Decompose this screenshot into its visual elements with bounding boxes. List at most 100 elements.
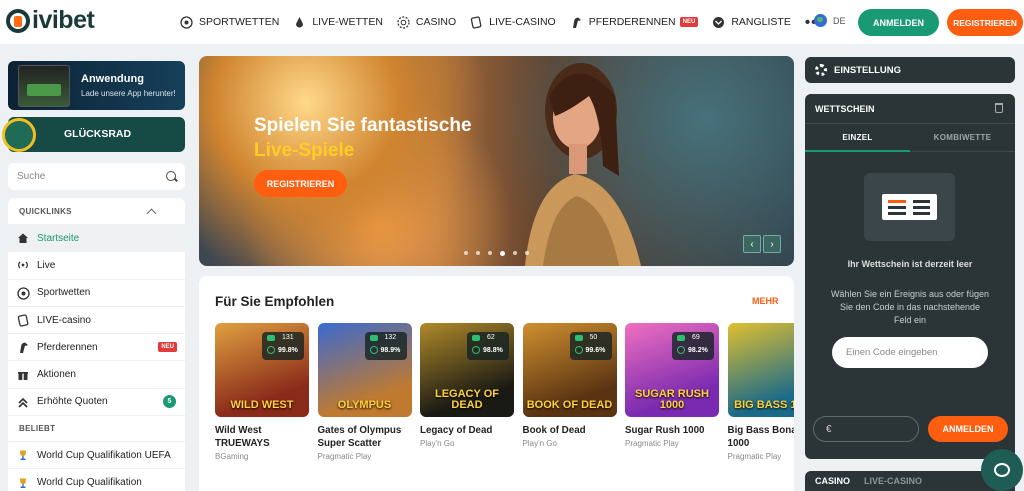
sidebar-item-erh-hte-quoten[interactable]: Erhöhte Quoten 5 — [8, 387, 185, 415]
pagination-dot[interactable] — [488, 251, 492, 255]
banner-prev-button[interactable]: ‹ — [743, 235, 761, 253]
fortune-wheel-card[interactable]: GLÜCKSRAD — [2, 117, 185, 152]
trophy-icon — [17, 449, 29, 461]
nav-pferderennen[interactable]: PFERDERENNEN NEU — [570, 16, 699, 29]
game-card[interactable]: SUGAR RUSH 1000 69 98.2% Sugar Rush 1000 Pra… — [625, 323, 719, 448]
players-icon — [677, 335, 685, 341]
game-name: Gates of Olympus Super Scatter — [318, 425, 412, 451]
game-card[interactable]: OLYMPUS 132 98.9% Gates of Olympus Super Sca… — [317, 323, 412, 461]
new-badge: NEU — [679, 17, 699, 27]
stake-input[interactable]: € — [813, 416, 919, 442]
ticket-icon — [864, 173, 955, 241]
brand-name: ivibet — [32, 6, 95, 34]
trash-icon[interactable] — [995, 103, 1003, 113]
search-placeholder: Suche — [17, 171, 46, 182]
players-count: 50 — [589, 334, 598, 341]
sidebar-item-live-casino[interactable]: LIVE-casino — [8, 305, 185, 333]
tab-combo[interactable]: KOMBIWETTE — [910, 124, 1015, 152]
game-thumbnail[interactable]: BIG BASS 1000 — [727, 323, 794, 417]
game-thumbnail[interactable]: BOOK OF DEAD 50 99.6% — [522, 323, 617, 417]
nav-sportwetten[interactable]: SPORTWETTEN — [180, 15, 279, 29]
game-stats-badge: 62 98.8% — [467, 332, 509, 360]
fortune-wheel-label: GLÜCKSRAD — [64, 128, 132, 140]
tab-casino[interactable]: CASINO — [815, 476, 850, 486]
betslip-login-button[interactable]: ANMELDEN — [928, 416, 1008, 442]
count-badge: 5 — [163, 395, 176, 409]
nav-rangliste[interactable]: RANGLISTE — [712, 16, 791, 29]
brand-logo[interactable]: ivibet — [6, 6, 95, 35]
casino-chip-icon — [397, 15, 410, 29]
game-card[interactable]: BIG BASS 1000 Big Bass Bonanza1000Pragmat… — [727, 323, 795, 461]
sidebar-item-aktionen[interactable]: Aktionen — [8, 360, 185, 387]
game-name-line: Legacy of Dead — [420, 425, 493, 436]
main-nav: SPORTWETTEN LIVE-WETTEN CASINO LIVE-CASINO P… — [180, 0, 838, 44]
rtp-icon — [574, 346, 583, 354]
betslip-title: WETTSCHEIN — [815, 103, 875, 114]
players-icon — [267, 335, 275, 341]
sidebar-item-sportwetten[interactable]: Sportwetten — [8, 278, 185, 306]
sidebar-item-pferderennen[interactable]: Pferderennen NEU — [8, 333, 185, 360]
game-name: Book of Dead — [523, 425, 617, 438]
sidebar-item-label: Live — [37, 259, 56, 271]
new-badge: NEU — [158, 342, 177, 353]
pagination-dot[interactable] — [513, 251, 517, 255]
code-input[interactable]: Einen Code eingeben — [832, 337, 988, 368]
nav-label: RANGLISTE — [731, 16, 791, 28]
currency-symbol: € — [826, 423, 832, 435]
banner-highlight: Live-Spiele — [254, 140, 355, 161]
pagination-dot[interactable] — [476, 251, 480, 255]
game-thumbnail[interactable]: OLYMPUS 132 98.9% — [317, 323, 412, 417]
header: ivibet SPORTWETTEN LIVE-WETTEN CASINO LIVE-… — [0, 0, 1024, 44]
search-input[interactable]: Suche — [8, 163, 185, 190]
login-button[interactable]: ANMELDEN — [858, 9, 939, 36]
nav-label: CASINO — [415, 16, 457, 28]
banner-register-button[interactable]: REGISTRIEREN — [254, 170, 347, 197]
game-name: Big Bass Bonanza1000 — [728, 425, 795, 451]
game-artwork-title: WILD WEST — [230, 399, 294, 411]
pagination-dot[interactable] — [464, 251, 468, 255]
chevron-up-icon[interactable] — [146, 208, 157, 218]
game-thumbnail[interactable]: WILD WEST 131 99.8% — [215, 323, 309, 417]
game-card[interactable]: WILD WEST 131 99.8% Wild West TRUEWAYS BGamin… — [215, 323, 309, 461]
game-thumbnail[interactable]: SUGAR RUSH 1000 69 98.2% — [625, 323, 719, 417]
game-thumbnail[interactable]: LEGACY OF DEAD 62 98.8% — [420, 323, 514, 417]
app-download-card[interactable]: Anwendung Lade unsere App herunter! — [8, 61, 185, 110]
game-card[interactable]: LEGACY OF DEAD 62 98.8% Legacy of Dead Play'… — [420, 323, 514, 448]
settings-bar[interactable]: EINSTELLUNG — [805, 57, 1015, 83]
game-name-line: Big Bass Bonanza — [727, 425, 795, 436]
app-subtitle: Lade unsere App herunter! — [81, 89, 176, 98]
nav-label: PFERDERENNEN — [588, 16, 676, 28]
nav-label: LIVE-CASINO — [489, 16, 556, 28]
players-icon — [574, 335, 583, 341]
quicklinks-header[interactable]: QUICKLINKS — [8, 198, 185, 224]
gear-icon — [815, 64, 827, 76]
game-name-line: Gates of Olympus — [317, 425, 402, 436]
soccer-ball-icon — [180, 15, 193, 29]
sidebar-item-startseite[interactable]: Startseite — [8, 224, 185, 252]
game-card[interactable]: BOOK OF DEAD 50 99.6% Book of Dead Play'n Go — [522, 323, 617, 448]
nav-casino[interactable]: CASINO — [397, 15, 457, 29]
chat-button[interactable] — [981, 449, 1023, 491]
banner-next-button[interactable]: › — [763, 235, 781, 253]
pagination-dot[interactable] — [525, 251, 529, 255]
game-provider: Pragmatic Play — [727, 451, 782, 461]
horse-icon — [570, 16, 583, 29]
sidebar-item-live[interactable]: Live — [8, 251, 185, 278]
fortune-wheel-icon — [2, 118, 36, 152]
trophy-icon — [17, 477, 29, 489]
nav-live-wetten[interactable]: LIVE-WETTEN — [293, 16, 383, 29]
game-stats-badge: 131 99.8% — [262, 332, 304, 360]
popular-item[interactable]: World Cup Qualifikation — [8, 468, 185, 491]
language-selector[interactable]: DE — [814, 14, 846, 27]
nav-live-casino[interactable]: LIVE-CASINO — [470, 15, 556, 29]
pagination-dot-active[interactable] — [500, 251, 505, 256]
register-button[interactable]: REGISTRIEREN — [947, 9, 1023, 36]
tab-live-casino[interactable]: LIVE-CASINO — [864, 476, 922, 486]
more-link[interactable]: MEHR — [752, 296, 779, 306]
game-stats-badge: 69 98.2% — [672, 332, 714, 360]
search-icon[interactable] — [166, 171, 176, 181]
tab-single[interactable]: EINZEL — [805, 124, 910, 152]
popular-item[interactable]: World Cup Qualifikation UEFA — [8, 441, 185, 468]
sidebar-item-label: LIVE-casino — [37, 314, 91, 326]
game-name-line: Book of Dead — [522, 425, 586, 436]
